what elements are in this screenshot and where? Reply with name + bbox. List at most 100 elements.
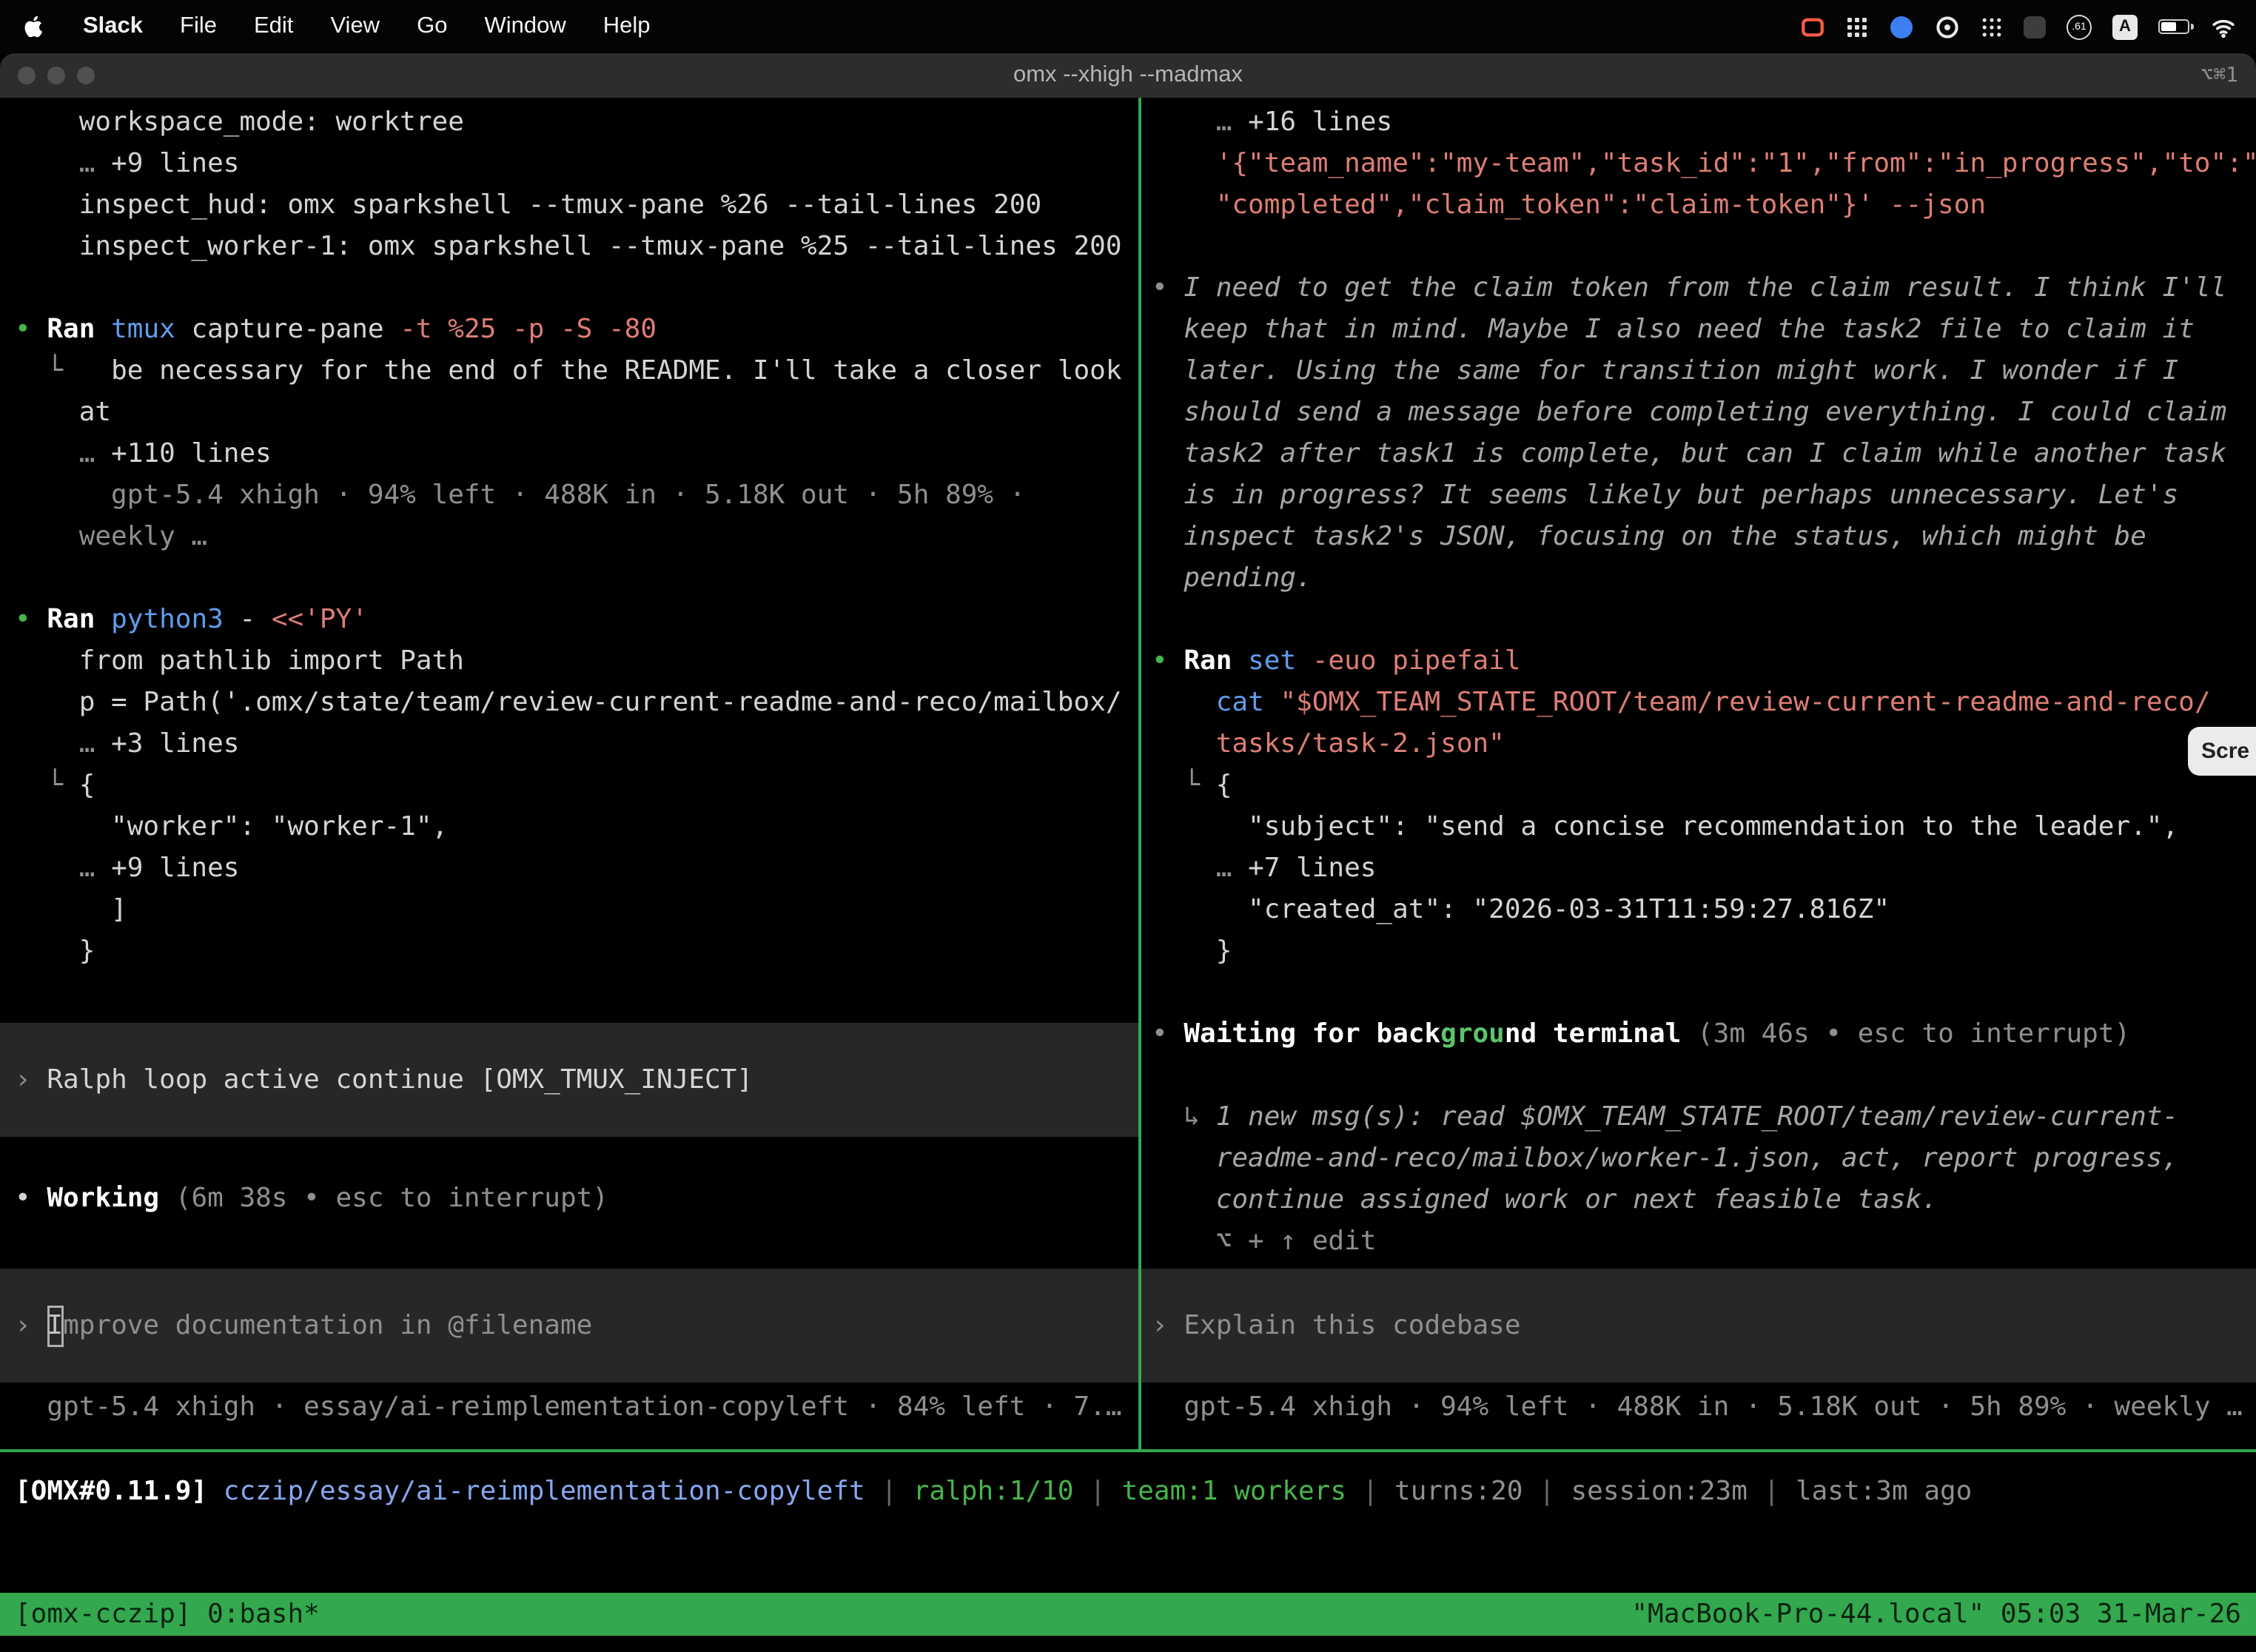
- terminal-line: }: [1152, 931, 2256, 973]
- text-segment: I: [47, 1305, 63, 1346]
- text-segment: •: [15, 314, 47, 345]
- text-segment: [OMX#0.11.9]: [15, 1476, 224, 1507]
- text-segment: "created_at": "2026-03-31T11:59:27.816Z": [1152, 894, 1890, 925]
- text-segment: +110 lines: [111, 438, 272, 469]
- menu-bar-left: Slack File Edit View Go Window Help: [0, 13, 651, 40]
- text-segment: [1296, 645, 1312, 676]
- terminal-line: is in progress? It seems likely but perh…: [1152, 475, 2256, 517]
- terminal-line: }: [15, 931, 1138, 973]
- terminal-line: gpt-5.4 xhigh · 94% left · 488K in · 5.1…: [15, 475, 1138, 517]
- text-segment: Ran: [47, 604, 111, 635]
- text-segment: Working: [47, 1183, 159, 1214]
- text-segment: "worker": "worker-1",: [15, 811, 448, 842]
- text-segment: inspect_hud: omx sparkshell --tmux-pane …: [15, 189, 1041, 221]
- terminal-line: pending.: [1152, 558, 2256, 600]
- minimize-button[interactable]: [47, 67, 65, 84]
- terminal-line: … +110 lines: [15, 434, 1138, 475]
- text-segment: p = Path('.omx/state/team/review-current…: [15, 687, 1122, 718]
- tmux-pane-right[interactable]: … +16 lines '{"team_name":"my-team","tas…: [1141, 98, 2256, 1449]
- close-button[interactable]: [18, 67, 36, 84]
- input-source-icon[interactable]: A: [2112, 14, 2138, 39]
- terminal-line: … +16 lines: [1152, 102, 2256, 144]
- terminal-line: should send a message before completing …: [1152, 392, 2256, 434]
- dim-app-icon[interactable]: [2024, 16, 2046, 38]
- menu-item-go[interactable]: Go: [417, 13, 447, 40]
- menu-item-view[interactable]: View: [330, 13, 380, 40]
- terminal-line: cat "$OMX_TEAM_STATE_ROOT/team/review-cu…: [1152, 682, 2256, 724]
- text-segment: inspect_worker-1: omx sparkshell --tmux-…: [15, 231, 1122, 262]
- text-segment: +9 lines: [111, 148, 239, 179]
- text-segment: grou: [1440, 1018, 1505, 1050]
- camera-ring-icon[interactable]: [1935, 14, 1960, 39]
- tmux-host-time: "MacBook-Pro-44.local" 05:03 31-Mar-26: [1631, 1599, 2241, 1630]
- window-titlebar[interactable]: omx --xhigh --madmax ⌥⌘1: [0, 53, 2256, 98]
- terminal-line: ]: [15, 890, 1138, 931]
- terminal-line: keep that in mind. Maybe I also need the…: [1152, 309, 2256, 351]
- menu-item-help[interactable]: Help: [603, 13, 651, 40]
- text-segment: python3: [111, 604, 224, 635]
- text-segment: }: [15, 936, 95, 967]
- terminal-line: readme-and-reco/mailbox/worker-1.json, a…: [1152, 1138, 2256, 1180]
- text-segment: •: [1152, 645, 1184, 676]
- text-segment: ]: [15, 894, 127, 925]
- text-segment: pending.: [1152, 563, 1312, 594]
- terminal-line: └ {: [15, 765, 1138, 807]
- text-segment: "subject": "send a concise recommendatio…: [1152, 811, 2178, 842]
- terminal-line: gpt-5.4 xhigh · essay/ai-reimplementatio…: [15, 1387, 1138, 1428]
- keyboard-grid-icon[interactable]: [1846, 16, 1868, 38]
- terminal-line: … +3 lines: [15, 724, 1138, 765]
- terminal-line: later. Using the same for transition mig…: [1152, 351, 2256, 392]
- terminal-line: … +7 lines: [1152, 848, 2256, 890]
- text-segment: set: [1248, 645, 1296, 676]
- text-segment: cat: [1216, 687, 1264, 718]
- prompt-input-band[interactable]: › Improve documentation in @filename: [0, 1269, 1138, 1383]
- text-segment: |: [1523, 1476, 1571, 1507]
- text-segment: continue assigned work or next feasible …: [1152, 1184, 1938, 1215]
- menu-item-file[interactable]: File: [180, 13, 217, 40]
- dots-grid-icon[interactable]: [1981, 16, 2003, 38]
- terminal-line: "completed","claim_token":"claim-token"}…: [1152, 185, 2256, 226]
- apple-menu-icon[interactable]: [24, 13, 46, 40]
- text-segment: ⌥ + ↑ edit: [1152, 1226, 1376, 1257]
- battery-gauge-icon[interactable]: .61: [2067, 14, 2092, 39]
- recording-indicator-icon[interactable]: [1800, 14, 1825, 39]
- text-segment: at: [15, 397, 111, 428]
- text-segment: should send a message before completing …: [1152, 397, 2226, 428]
- notification-text: Scre: [2201, 739, 2249, 764]
- menu-app-name[interactable]: Slack: [83, 13, 143, 40]
- terminal-blank-line: [1152, 226, 2256, 268]
- terminal-line: gpt-5.4 xhigh · 94% left · 488K in · 5.1…: [1152, 1387, 2256, 1428]
- text-segment: turns:20: [1394, 1476, 1523, 1507]
- terminal-content[interactable]: workspace_mode: worktree … +9 lines insp…: [0, 98, 2256, 1449]
- terminal-blank-line: [1152, 973, 2256, 1014]
- terminal-line: inspect task2's JSON, focusing on the st…: [1152, 517, 2256, 558]
- text-segment: Ran: [1184, 645, 1248, 676]
- text-segment: later. Using the same for transition mig…: [1152, 355, 2178, 386]
- text-segment: +9 lines: [111, 853, 239, 884]
- terminal-line: p = Path('.omx/state/team/review-current…: [15, 682, 1138, 724]
- text-segment: <<'PY': [272, 604, 368, 635]
- battery-icon[interactable]: [2158, 19, 2189, 35]
- notification-banner[interactable]: Scre: [2188, 727, 2256, 776]
- text-segment: +3 lines: [111, 728, 239, 759]
- text-segment: └: [1152, 770, 1216, 801]
- inject-banner-band[interactable]: › Ralph loop active continue [OMX_TMUX_I…: [0, 1023, 1138, 1137]
- zoom-button[interactable]: [77, 67, 95, 84]
- text-segment: readme-and-reco/mailbox/worker-1.json, a…: [1152, 1143, 2178, 1174]
- terminal-line: tasks/task-2.json": [1152, 724, 2256, 765]
- menu-item-window[interactable]: Window: [484, 13, 565, 40]
- text-segment: [1264, 687, 1280, 718]
- menu-item-edit[interactable]: Edit: [254, 13, 293, 40]
- battery-fill: [2161, 22, 2177, 32]
- text-segment: be necessary for the end of the README. …: [111, 355, 1121, 386]
- tmux-pane-left[interactable]: workspace_mode: worktree … +9 lines insp…: [0, 98, 1138, 1449]
- blue-swirl-app-icon[interactable]: [1889, 14, 1914, 39]
- text-segment: I need to get the claim token from the c…: [1184, 272, 2226, 303]
- wifi-icon[interactable]: [2210, 16, 2237, 38]
- prompt-input-band[interactable]: › Explain this codebase: [1141, 1269, 2256, 1383]
- terminal-blank-line: [1152, 1055, 2256, 1097]
- text-segment: (6m 38s • esc to interrupt): [159, 1183, 608, 1214]
- terminal-line: • Ran tmux capture-pane -t %25 -p -S -80: [15, 309, 1138, 351]
- text-segment: gpt-5.4 xhigh · essay/ai-reimplementatio…: [15, 1391, 1122, 1423]
- text-segment: 1 new msg(s): read $OMX_TEAM_STATE_ROOT/…: [1216, 1101, 2178, 1132]
